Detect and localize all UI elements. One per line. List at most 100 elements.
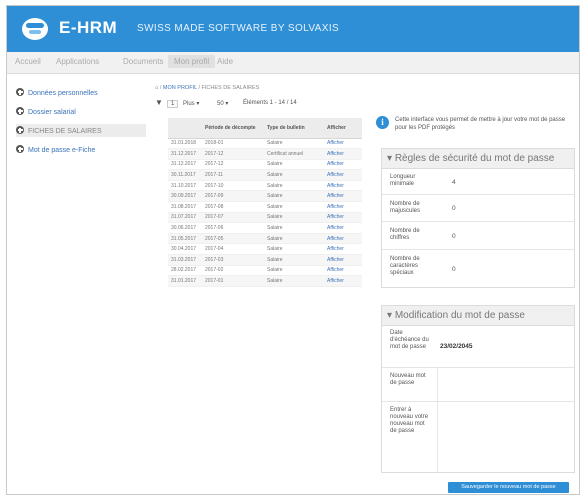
expiry-label: Date d'échéance du mot de passe: [390, 330, 429, 350]
table-body: 31.01.2018 2018-01 Salaire Afficher 31.12.20…: [168, 138, 362, 287]
sidebar-item-fiches-de-salaires[interactable]: FICHES DE SALAIRES: [16, 124, 146, 137]
table-row: 31.01.2018 2018-01 Salaire Afficher: [168, 138, 362, 150]
nav-mon-profil[interactable]: Mon profil: [168, 55, 216, 68]
afficher-link[interactable]: Afficher: [324, 265, 362, 277]
cell-type: Salaire: [264, 265, 324, 277]
filter-icon[interactable]: ▼: [155, 98, 163, 107]
cell-date: 30.11.2017: [168, 169, 202, 181]
cell-period: 2017-01: [202, 275, 264, 287]
nav-documents[interactable]: Documents: [123, 57, 163, 66]
breadcrumb-mon-profil[interactable]: MON PROFIL: [163, 85, 197, 91]
cell-type: Certificat annuel: [264, 148, 324, 160]
afficher-link[interactable]: Afficher: [324, 159, 362, 171]
page-size-value: 50: [217, 101, 224, 107]
rules-panel-title: Règles de sécurité du mot de passe: [394, 153, 555, 164]
cell-date: 31.01.2017: [168, 275, 202, 287]
logo-badge-icon: [22, 18, 48, 40]
nav-accueil[interactable]: Accueil: [15, 57, 41, 66]
table-row: 31.10.2017 2017-10 Salaire Afficher: [168, 180, 362, 192]
chevron-down-icon: ▾: [196, 101, 200, 107]
rule-row: Nombre de majuscules 0: [382, 195, 574, 222]
cell-period: 2017-06: [202, 222, 264, 234]
table-row: 31.05.2017 2017-05 Salaire Afficher: [168, 233, 362, 245]
change-panel-title: Modification du mot de passe: [394, 310, 525, 321]
table-row: 31.08.2017 2017-08 Salaire Afficher: [168, 201, 362, 213]
cell-date: 31.01.2018: [168, 138, 202, 150]
cell-date: 31.07.2017: [168, 212, 202, 224]
rules-panel-header[interactable]: ▾ Règles de sécurité du mot de passe: [382, 149, 574, 169]
cell-date: 31.05.2017: [168, 233, 202, 245]
afficher-link[interactable]: Afficher: [324, 212, 362, 224]
rule-value: 0: [452, 205, 456, 212]
column-header-date[interactable]: [168, 118, 202, 139]
sidebar-item-dossier-salarial[interactable]: Dossier salarial: [16, 107, 76, 116]
app-logo[interactable]: E-HRM: [59, 18, 117, 38]
cell-type: Salaire: [264, 159, 324, 171]
sidebar-item-mot-de-passe[interactable]: Mot de passe e-Fiche: [16, 145, 95, 154]
cell-date: 31.08.2017: [168, 201, 202, 213]
save-password-button[interactable]: Sauvegarder le nouveau mot de passe: [448, 482, 569, 493]
afficher-link[interactable]: Afficher: [324, 169, 362, 181]
main-nav: Accueil Applications Documents Mon profi…: [7, 52, 579, 74]
rule-value: 0: [452, 233, 456, 240]
cell-date: 31.03.2017: [168, 254, 202, 266]
cell-period: 2017-12: [202, 159, 264, 171]
new-password-input[interactable]: [437, 368, 570, 401]
chevron-down-icon: ▾: [225, 101, 229, 107]
confirm-password-row: Entrer à nouveau votre nouveau mot de pa…: [382, 402, 574, 472]
afficher-link[interactable]: Afficher: [324, 180, 362, 192]
afficher-link[interactable]: Afficher: [324, 233, 362, 245]
more-label: Plus: [183, 101, 195, 107]
new-password-label: Nouveau mot de passe: [390, 373, 426, 386]
afficher-link[interactable]: Afficher: [324, 275, 362, 287]
collapse-icon: ▾: [387, 153, 395, 164]
table-row: 31.12.2017 2017-12 Salaire Afficher: [168, 159, 362, 171]
breadcrumb: ⌂ / MON PROFIL / FICHES DE SALAIRES: [155, 85, 259, 91]
change-panel-header[interactable]: ▾ Modification du mot de passe: [382, 306, 574, 326]
more-menu[interactable]: Plus ▾: [183, 100, 199, 107]
breadcrumb-separator: /: [159, 85, 162, 91]
table-toolbar: ▼ 1 Plus ▾ 50 ▾ Éléments 1 - 14 / 14: [155, 98, 365, 111]
nav-applications[interactable]: Applications: [56, 57, 99, 66]
cell-date: 30.09.2017: [168, 190, 202, 203]
rule-row: Longueur minimale 4: [382, 169, 574, 195]
afficher-link[interactable]: Afficher: [324, 148, 362, 160]
cell-type: Salaire: [264, 180, 324, 192]
rule-row: Nombre de chiffres 0: [382, 222, 574, 250]
cell-type: Salaire: [264, 233, 324, 245]
rule-value: 4: [452, 179, 456, 186]
afficher-link[interactable]: Afficher: [324, 243, 362, 256]
sidebar-item-donnees-personnelles[interactable]: Données personnelles: [16, 88, 98, 97]
cell-period: 2017-08: [202, 201, 264, 213]
column-header-afficher[interactable]: Afficher: [324, 118, 362, 139]
column-header-periode[interactable]: Période de décompte: [202, 118, 264, 139]
items-info: Éléments 1 - 14 / 14: [243, 100, 297, 106]
column-header-type[interactable]: Type de bulletin: [264, 118, 324, 139]
cell-period: 2017-12: [202, 148, 264, 160]
cell-date: 31.10.2017: [168, 180, 202, 192]
home-icon[interactable]: ⌂: [155, 85, 158, 91]
afficher-link[interactable]: Afficher: [324, 190, 362, 203]
cell-period: 2017-03: [202, 254, 264, 266]
afficher-link[interactable]: Afficher: [324, 201, 362, 213]
confirm-password-input[interactable]: [437, 402, 570, 472]
page-size-select[interactable]: 50 ▾: [217, 100, 228, 107]
new-password-row: Nouveau mot de passe: [382, 368, 574, 402]
cell-period: 2017-05: [202, 233, 264, 245]
plus-circle-icon: [16, 107, 24, 115]
rule-value: 0: [452, 266, 456, 273]
cell-type: Salaire: [264, 243, 324, 256]
nav-aide[interactable]: Aide: [217, 57, 233, 66]
rule-label: Nombre de chiffres: [390, 228, 420, 241]
afficher-link[interactable]: Afficher: [324, 222, 362, 234]
plus-circle-icon: [16, 145, 24, 153]
page-number[interactable]: 1: [167, 100, 179, 108]
afficher-link[interactable]: Afficher: [324, 254, 362, 266]
rule-label: Nombre de majuscules: [390, 201, 421, 214]
rule-label: Longueur minimale: [390, 174, 416, 187]
table-row: 30.11.2017 2017-11 Salaire Afficher: [168, 169, 362, 181]
cell-type: Salaire: [264, 138, 324, 150]
table-row: 31.07.2017 2017-07 Salaire Afficher: [168, 212, 362, 224]
afficher-link[interactable]: Afficher: [324, 138, 362, 150]
cell-type: Salaire: [264, 212, 324, 224]
